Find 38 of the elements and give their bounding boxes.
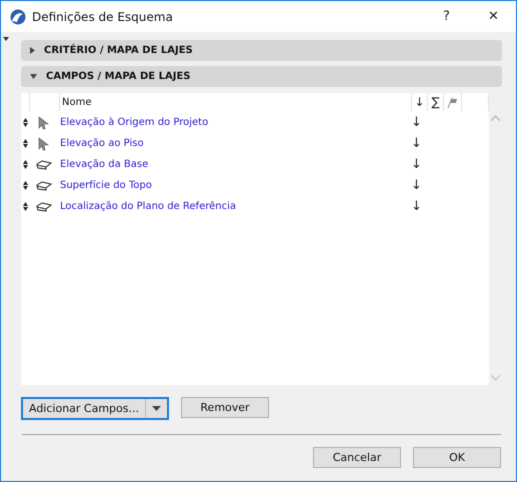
reorder-handle-icon[interactable] xyxy=(22,181,28,190)
sort-arrow[interactable]: ↓ xyxy=(409,178,424,193)
pointer-icon xyxy=(38,116,49,130)
reorder-handle-icon[interactable] xyxy=(22,139,28,148)
reorder-handle-icon[interactable] xyxy=(22,202,28,211)
app-logo-icon xyxy=(10,8,26,24)
flag-icon[interactable] xyxy=(447,96,458,108)
column-header[interactable]: ↓ xyxy=(412,93,428,111)
sort-arrow[interactable]: ↓ xyxy=(409,157,424,172)
column-header[interactable]: Nome xyxy=(60,93,412,111)
slab-icon xyxy=(36,202,52,212)
reorder-handle-icon[interactable] xyxy=(22,160,28,169)
window-title: Definições de Esquema xyxy=(32,10,174,24)
section-header[interactable]: CAMPOS / MAPA DE LAJES xyxy=(21,66,502,87)
caret-icon xyxy=(30,47,35,54)
section-header[interactable]: CRITÉRIO / MAPA DE LAJES xyxy=(21,40,502,61)
add-fields-button[interactable]: Adicionar Campos... xyxy=(21,397,169,420)
slab-icon xyxy=(36,160,52,170)
ok-button[interactable]: OK xyxy=(413,447,501,468)
field-name[interactable]: Elevação da Base xyxy=(58,159,409,170)
reorder-handle-icon[interactable] xyxy=(22,118,28,127)
slab-icon xyxy=(36,180,52,190)
sort-arrow[interactable]: ↓ xyxy=(409,115,424,130)
field-name[interactable]: Superfície do Topo xyxy=(58,180,409,191)
column-header[interactable]: ∑ xyxy=(428,93,444,111)
field-name[interactable]: Elevação à Origem do Projeto xyxy=(58,117,409,128)
field-name[interactable]: Elevação ao Piso xyxy=(58,138,409,149)
close-button[interactable]: ✕ xyxy=(471,1,516,32)
sort-arrow[interactable]: ↓ xyxy=(409,136,424,151)
caret-icon xyxy=(30,74,37,79)
caret-icon[interactable] xyxy=(3,37,9,41)
remove-button[interactable]: Remover xyxy=(181,397,269,418)
sort-arrow[interactable]: ↓ xyxy=(409,199,424,214)
cancel-button[interactable]: Cancelar xyxy=(313,447,401,468)
dropdown-caret-icon[interactable] xyxy=(152,406,161,411)
pointer-icon xyxy=(38,136,49,150)
help-button[interactable]: ? xyxy=(424,1,469,32)
field-name[interactable]: Localização do Plano de Referência xyxy=(58,201,409,212)
